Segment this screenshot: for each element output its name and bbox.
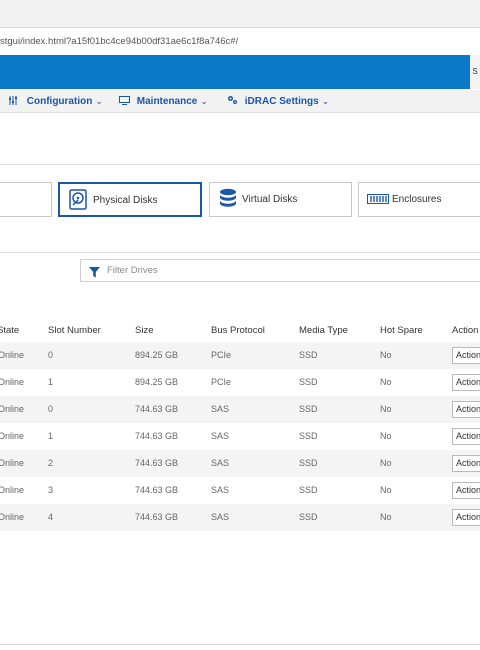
col-media-type[interactable]: Media Type (299, 320, 348, 342)
nav-maintenance[interactable]: Maintenance ⌄ (119, 90, 208, 113)
cell-state: Online (0, 431, 25, 441)
cell-size: 894.25 GB (135, 377, 179, 387)
filter-drives-input[interactable]: Filter Drives (80, 259, 480, 282)
cell-size: 894.25 GB (135, 350, 179, 360)
cell-slot: 1 (48, 377, 54, 387)
enclosure-icon (367, 194, 389, 207)
tab-virtual-disks-label: Virtual Disks (242, 194, 298, 205)
chevron-down-icon: ⌄ (321, 96, 330, 106)
cell-media: SSD (299, 350, 318, 360)
section-divider (0, 252, 480, 253)
cell-size: 744.63 GB (135, 458, 179, 468)
cell-bus: SAS (211, 485, 230, 495)
cell-slot: 3 (48, 485, 54, 495)
nav-idrac-settings[interactable]: iDRAC Settings ⌄ (227, 90, 329, 113)
col-hot-spare[interactable]: Hot Spare (380, 320, 423, 342)
cell-media: SSD (299, 404, 318, 414)
chevron-down-icon: ⌄ (95, 96, 103, 106)
nav-configuration-label: Configuration (26, 96, 93, 107)
cell-state: Online (0, 512, 25, 522)
cell-hot-spare: No (380, 377, 392, 387)
cell-media: SSD (299, 458, 318, 468)
cell-hot-spare: No (380, 350, 392, 360)
cell-bus: SAS (211, 404, 230, 414)
cell-size: 744.63 GB (135, 431, 179, 441)
section-divider (0, 164, 480, 165)
address-bar[interactable]: stgui/index.html?a15f01bc4ce94b00df31ae6… (0, 32, 480, 52)
cell-media: SSD (299, 431, 318, 441)
cell-bus: PCIe (211, 350, 232, 360)
actions-dropdown[interactable]: Actions (452, 428, 480, 445)
actions-dropdown[interactable]: Actions (452, 509, 480, 526)
actions-dropdown[interactable]: Actions (452, 347, 480, 364)
col-state[interactable]: State (0, 320, 19, 342)
col-action: Action (452, 325, 479, 336)
virtual-disk-icon (219, 188, 237, 214)
filter-placeholder: Filter Drives (107, 265, 158, 276)
cell-hot-spare: No (380, 512, 392, 522)
tab-previous[interactable] (0, 182, 52, 217)
col-bus-protocol[interactable]: Bus Protocol (211, 320, 265, 342)
cell-size: 744.63 GB (135, 512, 179, 522)
browser-tabstrip (0, 0, 480, 28)
cell-bus: SAS (211, 431, 230, 441)
cell-size: 744.63 GB (135, 485, 179, 495)
cell-bus: PCIe (211, 377, 232, 387)
cell-hot-spare: No (380, 458, 392, 468)
cell-hot-spare: No (380, 404, 392, 414)
cell-slot: 1 (48, 431, 54, 441)
cell-bus: SAS (211, 458, 230, 468)
cell-state: Online (0, 350, 25, 360)
cell-slot: 4 (48, 512, 54, 522)
table-row: Online 0 744.63 GB SAS SSD No Actions (0, 396, 480, 423)
cell-slot: 0 (48, 350, 54, 360)
tab-physical-disks[interactable]: Physical Disks (58, 182, 202, 217)
cell-media: SSD (299, 377, 318, 387)
col-slot-number[interactable]: Slot Number (48, 320, 101, 342)
cell-state: Online (0, 377, 25, 387)
cell-state: Online (0, 458, 25, 468)
physical-disk-icon (69, 189, 87, 213)
table-row: Online 1 894.25 GB PCIe SSD No Actions (0, 369, 480, 396)
tab-physical-disks-label: Physical Disks (93, 195, 158, 206)
header-edge-text: S (470, 55, 480, 89)
sliders-icon (9, 96, 23, 107)
table-row: Online 1 744.63 GB SAS SSD No Actions (0, 423, 480, 450)
tab-enclosures-label: Enclosures (392, 194, 442, 205)
cell-hot-spare: No (380, 485, 392, 495)
table-row: Online 4 744.63 GB SAS SSD No Actions (0, 504, 480, 531)
monitor-icon (119, 96, 133, 107)
tab-virtual-disks[interactable]: Virtual Disks (209, 182, 352, 217)
footer-divider (0, 644, 480, 645)
cell-slot: 2 (48, 458, 54, 468)
actions-dropdown[interactable]: Actions (452, 455, 480, 472)
cell-media: SSD (299, 512, 318, 522)
table-row: Online 0 894.25 GB PCIe SSD No Actions (0, 342, 480, 369)
actions-dropdown[interactable]: Actions (452, 374, 480, 391)
cell-bus: SAS (211, 512, 230, 522)
actions-dropdown[interactable]: Actions (452, 482, 480, 499)
chevron-down-icon: ⌄ (200, 96, 208, 106)
main-nav: Configuration ⌄ Maintenance ⌄ iDRAC Settin… (0, 90, 480, 113)
nav-maintenance-label: Maintenance (136, 96, 198, 107)
gears-icon (227, 96, 241, 107)
cell-hot-spare: No (380, 431, 392, 441)
nav-idrac-settings-label: iDRAC Settings (244, 96, 319, 107)
cell-state: Online (0, 485, 25, 495)
col-size[interactable]: Size (135, 320, 153, 342)
cell-media: SSD (299, 485, 318, 495)
filter-icon (89, 265, 100, 283)
actions-dropdown[interactable]: Actions (452, 401, 480, 418)
cell-state: Online (0, 404, 25, 414)
nav-configuration[interactable]: Configuration ⌄ (9, 90, 103, 113)
brand-header: S (0, 55, 480, 89)
cell-slot: 0 (48, 404, 54, 414)
table-header: State Slot Number Size Bus Protocol Medi… (0, 320, 480, 342)
tab-enclosures[interactable]: Enclosures (358, 182, 480, 217)
cell-size: 744.63 GB (135, 404, 179, 414)
table-row: Online 2 744.63 GB SAS SSD No Actions (0, 450, 480, 477)
table-row: Online 3 744.63 GB SAS SSD No Actions (0, 477, 480, 504)
